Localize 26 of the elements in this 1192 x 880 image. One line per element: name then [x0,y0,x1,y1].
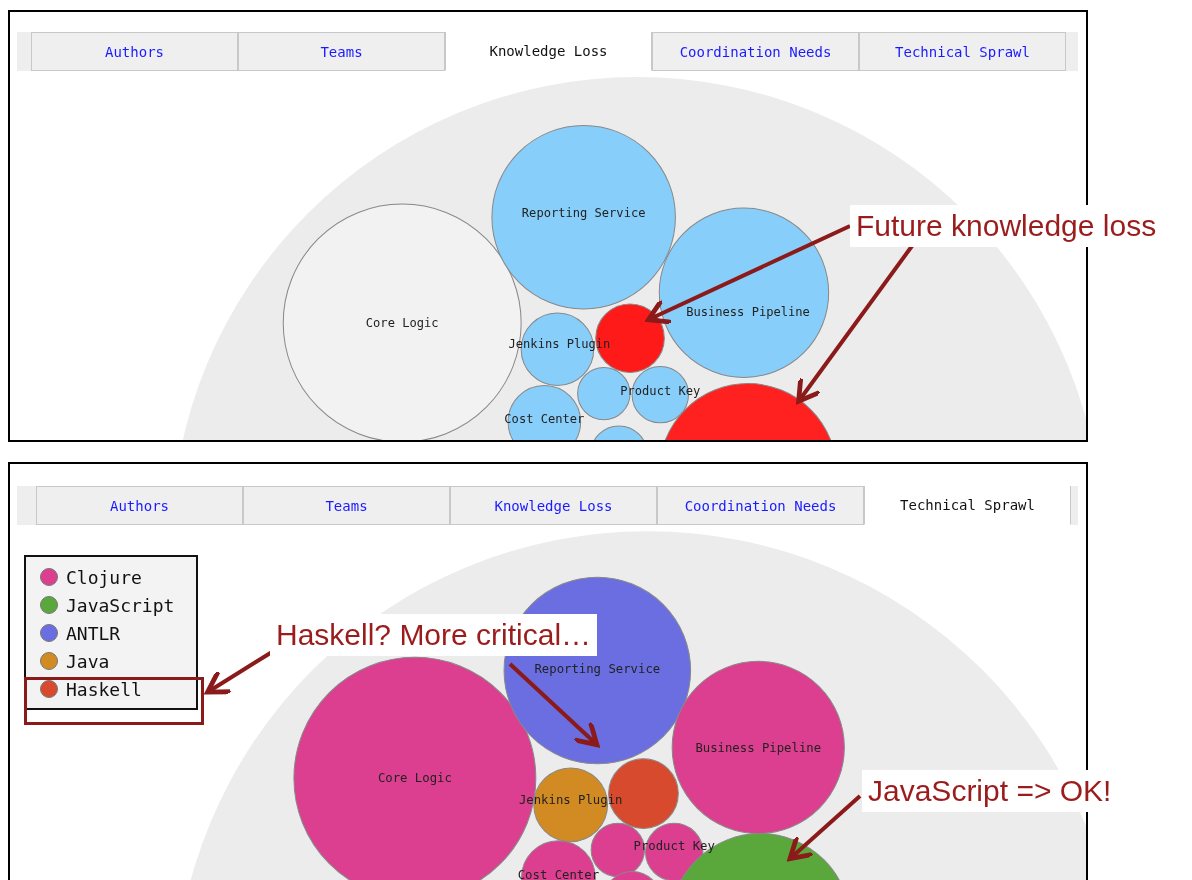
bubble-label: Core Logic [377,771,452,786]
bubble-label: Business Pipeline [686,305,810,319]
tab[interactable]: Authors [36,486,243,525]
tab[interactable]: Teams [243,486,450,525]
bubble-label: Reporting Service [521,206,646,221]
legend-label: Java [66,650,110,672]
callout-text: Haskell? More critical… [270,614,598,656]
tab[interactable]: Coordination Needs [652,32,859,71]
bubble[interactable] [658,207,830,378]
tab[interactable]: Knowledge Loss [450,486,657,525]
tab[interactable]: Authors [31,32,238,71]
bubble[interactable] [507,385,582,440]
tab[interactable]: Coordination Needs [657,486,864,525]
bubble-label: Cost Center [504,411,585,426]
bubble-label: Reporting Service [534,661,661,676]
legend-label: JavaScript [66,594,175,616]
tab[interactable]: Technical Sprawl [859,32,1066,71]
bubble-label: Business Pipeline [695,740,822,755]
bubble-label: Core Logic [365,316,439,331]
legend-label: ANTLR [66,622,121,644]
tab[interactable]: Teams [238,32,445,71]
tab[interactable]: Technical Sprawl [864,486,1071,525]
bubble-label: Product Key [620,383,701,398]
legend-label: Haskell [66,678,142,700]
legend-label: Clojure [66,566,142,588]
tab[interactable]: Knowledge Loss [445,32,652,71]
